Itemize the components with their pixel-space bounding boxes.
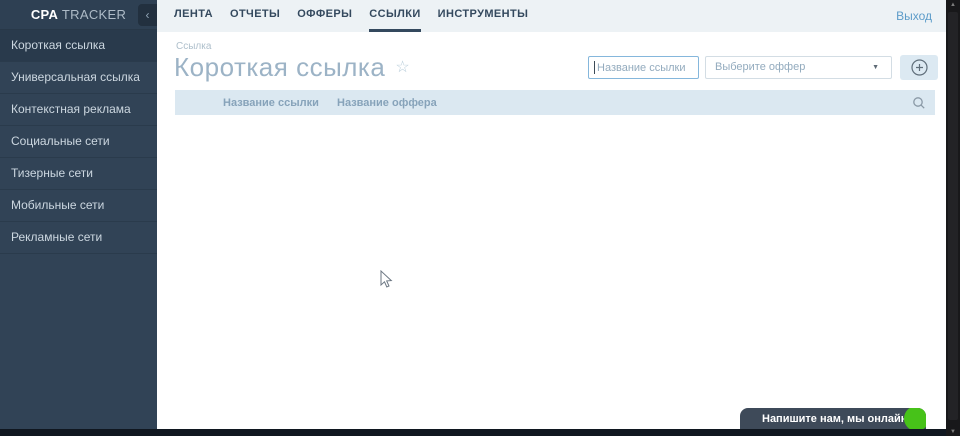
breadcrumb: Ссылка (176, 41, 212, 52)
offer-select[interactable]: Выберите оффер ▼ (705, 56, 892, 79)
add-link-button[interactable] (900, 55, 938, 80)
text-cursor (594, 61, 595, 74)
chevron-left-icon: ‹ (145, 8, 150, 22)
link-name-input[interactable] (588, 56, 699, 79)
table-header: Название ссылки Название оффера (175, 90, 935, 115)
filter-bar: Выберите оффер ▼ (588, 55, 938, 80)
chat-widget[interactable]: Напишите нам, мы онлайн! jivo (740, 408, 926, 429)
window-bottom-edge (0, 429, 946, 436)
column-header-offer-name[interactable]: Название оффера (337, 97, 912, 109)
tab-tools[interactable]: ИНСТРУМЕНТЫ (438, 0, 529, 32)
logout-link[interactable]: Выход (896, 0, 932, 32)
logo-bold: CPA (30, 7, 59, 22)
column-header-link-name[interactable]: Название ссылки (223, 97, 337, 109)
tab-links[interactable]: ССЫЛКИ (369, 0, 421, 32)
logo-rest: TRACKER (61, 7, 127, 22)
vertical-scrollbar[interactable]: ▲ ▼ (946, 0, 960, 436)
scrollbar-thumb[interactable] (948, 12, 958, 420)
main-content: Ссылка Короткая ссылка ☆ Выберите оффер … (157, 32, 946, 429)
tab-offers[interactable]: ОФФЕРЫ (297, 0, 352, 32)
plus-circle-icon (910, 59, 928, 76)
offer-select-value: Выберите оффер (715, 61, 806, 73)
mouse-cursor (380, 270, 393, 288)
sidebar: CPA TRACKER ‹ Короткая ссылка Универсаль… (0, 0, 157, 429)
sidebar-item-context-ads[interactable]: Контекстная реклама (0, 94, 157, 126)
chevron-down-icon: ▼ (872, 64, 879, 71)
tab-feed[interactable]: ЛЕНТА (174, 0, 213, 32)
app-window: CPA TRACKER ‹ Короткая ссылка Универсаль… (0, 0, 960, 436)
favorite-star-icon[interactable]: ☆ (395, 59, 409, 76)
title-row: Короткая ссылка ☆ (174, 52, 410, 83)
sidebar-item-mobile-networks[interactable]: Мобильные сети (0, 190, 157, 222)
scroll-up-icon[interactable]: ▲ (946, 2, 960, 8)
chat-message: Напишите нам, мы онлайн! (762, 412, 912, 425)
sidebar-item-short-link[interactable]: Короткая ссылка (0, 30, 157, 62)
search-icon[interactable] (912, 96, 926, 110)
sidebar-item-teaser-networks[interactable]: Тизерные сети (0, 158, 157, 190)
sidebar-collapse-button[interactable]: ‹ (138, 4, 157, 26)
tab-reports[interactable]: ОТЧЕТЫ (230, 0, 280, 32)
top-navbar: ЛЕНТА ОТЧЕТЫ ОФФЕРЫ ССЫЛКИ ИНСТРУМЕНТЫ В… (157, 0, 946, 32)
sidebar-item-universal-link[interactable]: Универсальная ссылка (0, 62, 157, 94)
page-title: Короткая ссылка (174, 52, 386, 82)
sidebar-header: CPA TRACKER ‹ (0, 0, 157, 30)
link-name-input-wrap (588, 56, 699, 79)
jivo-green-icon (904, 408, 926, 429)
sidebar-item-social-networks[interactable]: Социальные сети (0, 126, 157, 158)
scroll-down-icon[interactable]: ▼ (946, 429, 960, 435)
app-logo: CPA TRACKER (0, 0, 157, 30)
sidebar-item-ad-networks[interactable]: Рекламные сети (0, 222, 157, 254)
sidebar-nav: Короткая ссылка Универсальная ссылка Кон… (0, 30, 157, 254)
